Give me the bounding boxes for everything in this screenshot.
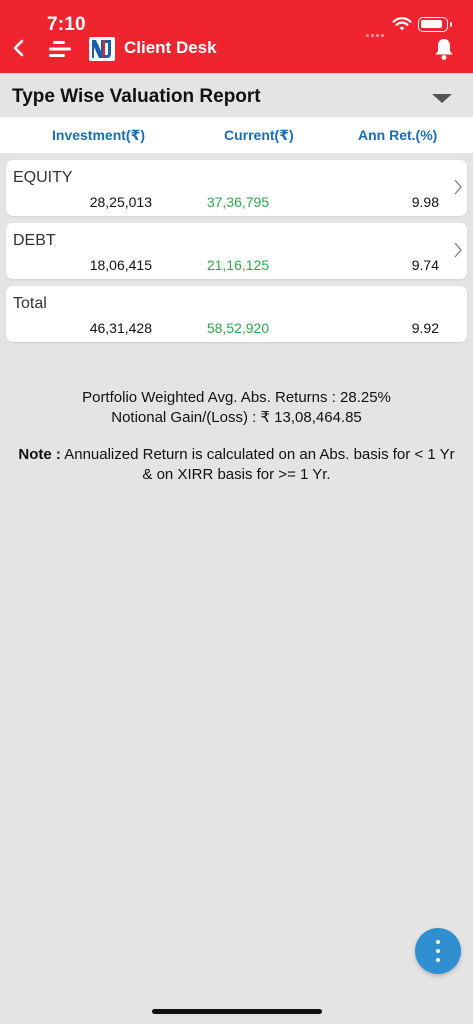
menu-icon[interactable]: [47, 38, 73, 60]
table-row-debt[interactable]: DEBT 18,06,415 21,16,125 9.74: [6, 223, 467, 279]
row-current-value: 37,36,795: [206, 194, 270, 210]
row-current-value: 21,16,125: [206, 257, 270, 273]
app-title: Client Desk: [124, 38, 217, 57]
table-row-total: Total 46,31,428 58,52,920 9.92: [6, 286, 467, 342]
row-type-label: EQUITY: [13, 169, 73, 186]
report-title-bar: Type Wise Valuation Report: [0, 73, 473, 117]
note-text: Note : Annualized Return is calculated o…: [12, 445, 461, 485]
column-header-investment: Investment(₹): [52, 127, 145, 143]
row-type-label: DEBT: [13, 232, 56, 249]
row-investment-value: 18,06,415: [89, 257, 152, 273]
chevron-right-icon: [454, 242, 462, 258]
note-label: Note :: [18, 446, 61, 463]
more-vertical-icon-dot: [436, 949, 440, 953]
nj-logo: [89, 37, 115, 61]
row-investment-value: 46,31,428: [89, 320, 152, 336]
more-vertical-icon: [436, 940, 440, 944]
back-button[interactable]: [8, 37, 30, 59]
column-header-current: Current(₹): [224, 127, 294, 143]
chevron-right-icon: [454, 179, 462, 195]
app-header: 7:10 Client Desk: [0, 0, 473, 73]
more-vertical-icon-dot: [436, 958, 440, 962]
wifi-icon: [392, 17, 412, 31]
page-title: Type Wise Valuation Report: [12, 86, 261, 107]
table-row-equity[interactable]: EQUITY 28,25,013 37,36,795 9.98: [6, 160, 467, 216]
row-annual-return-value: 9.74: [411, 257, 439, 273]
home-indicator: [152, 1009, 322, 1014]
notional-gain-text: Notional Gain/(Loss) : ₹ 13,08,464.85: [111, 409, 362, 426]
row-annual-return-value: 9.98: [411, 194, 439, 210]
row-annual-return-value: 9.92: [411, 320, 439, 336]
bell-icon[interactable]: [433, 37, 455, 61]
triangle-down-icon[interactable]: [430, 90, 454, 106]
more-options-button[interactable]: [415, 928, 461, 974]
portfolio-summary: Portfolio Weighted Avg. Abs. Returns : 2…: [0, 388, 473, 428]
status-time: 7:10: [47, 14, 86, 35]
battery-icon: [418, 17, 452, 32]
note-body: Annualized Return is calculated on an Ab…: [60, 446, 455, 483]
table-header: Investment(₹) Current(₹) Ann Ret.(%): [0, 117, 473, 153]
row-investment-value: 28,25,013: [89, 194, 152, 210]
row-current-value: 58,52,920: [206, 320, 270, 336]
column-header-annual-return: Ann Ret.(%): [358, 127, 438, 143]
cellular-signal-icon: [366, 24, 386, 37]
row-type-label: Total: [13, 295, 47, 312]
weighted-returns-text: Portfolio Weighted Avg. Abs. Returns : 2…: [82, 389, 391, 406]
